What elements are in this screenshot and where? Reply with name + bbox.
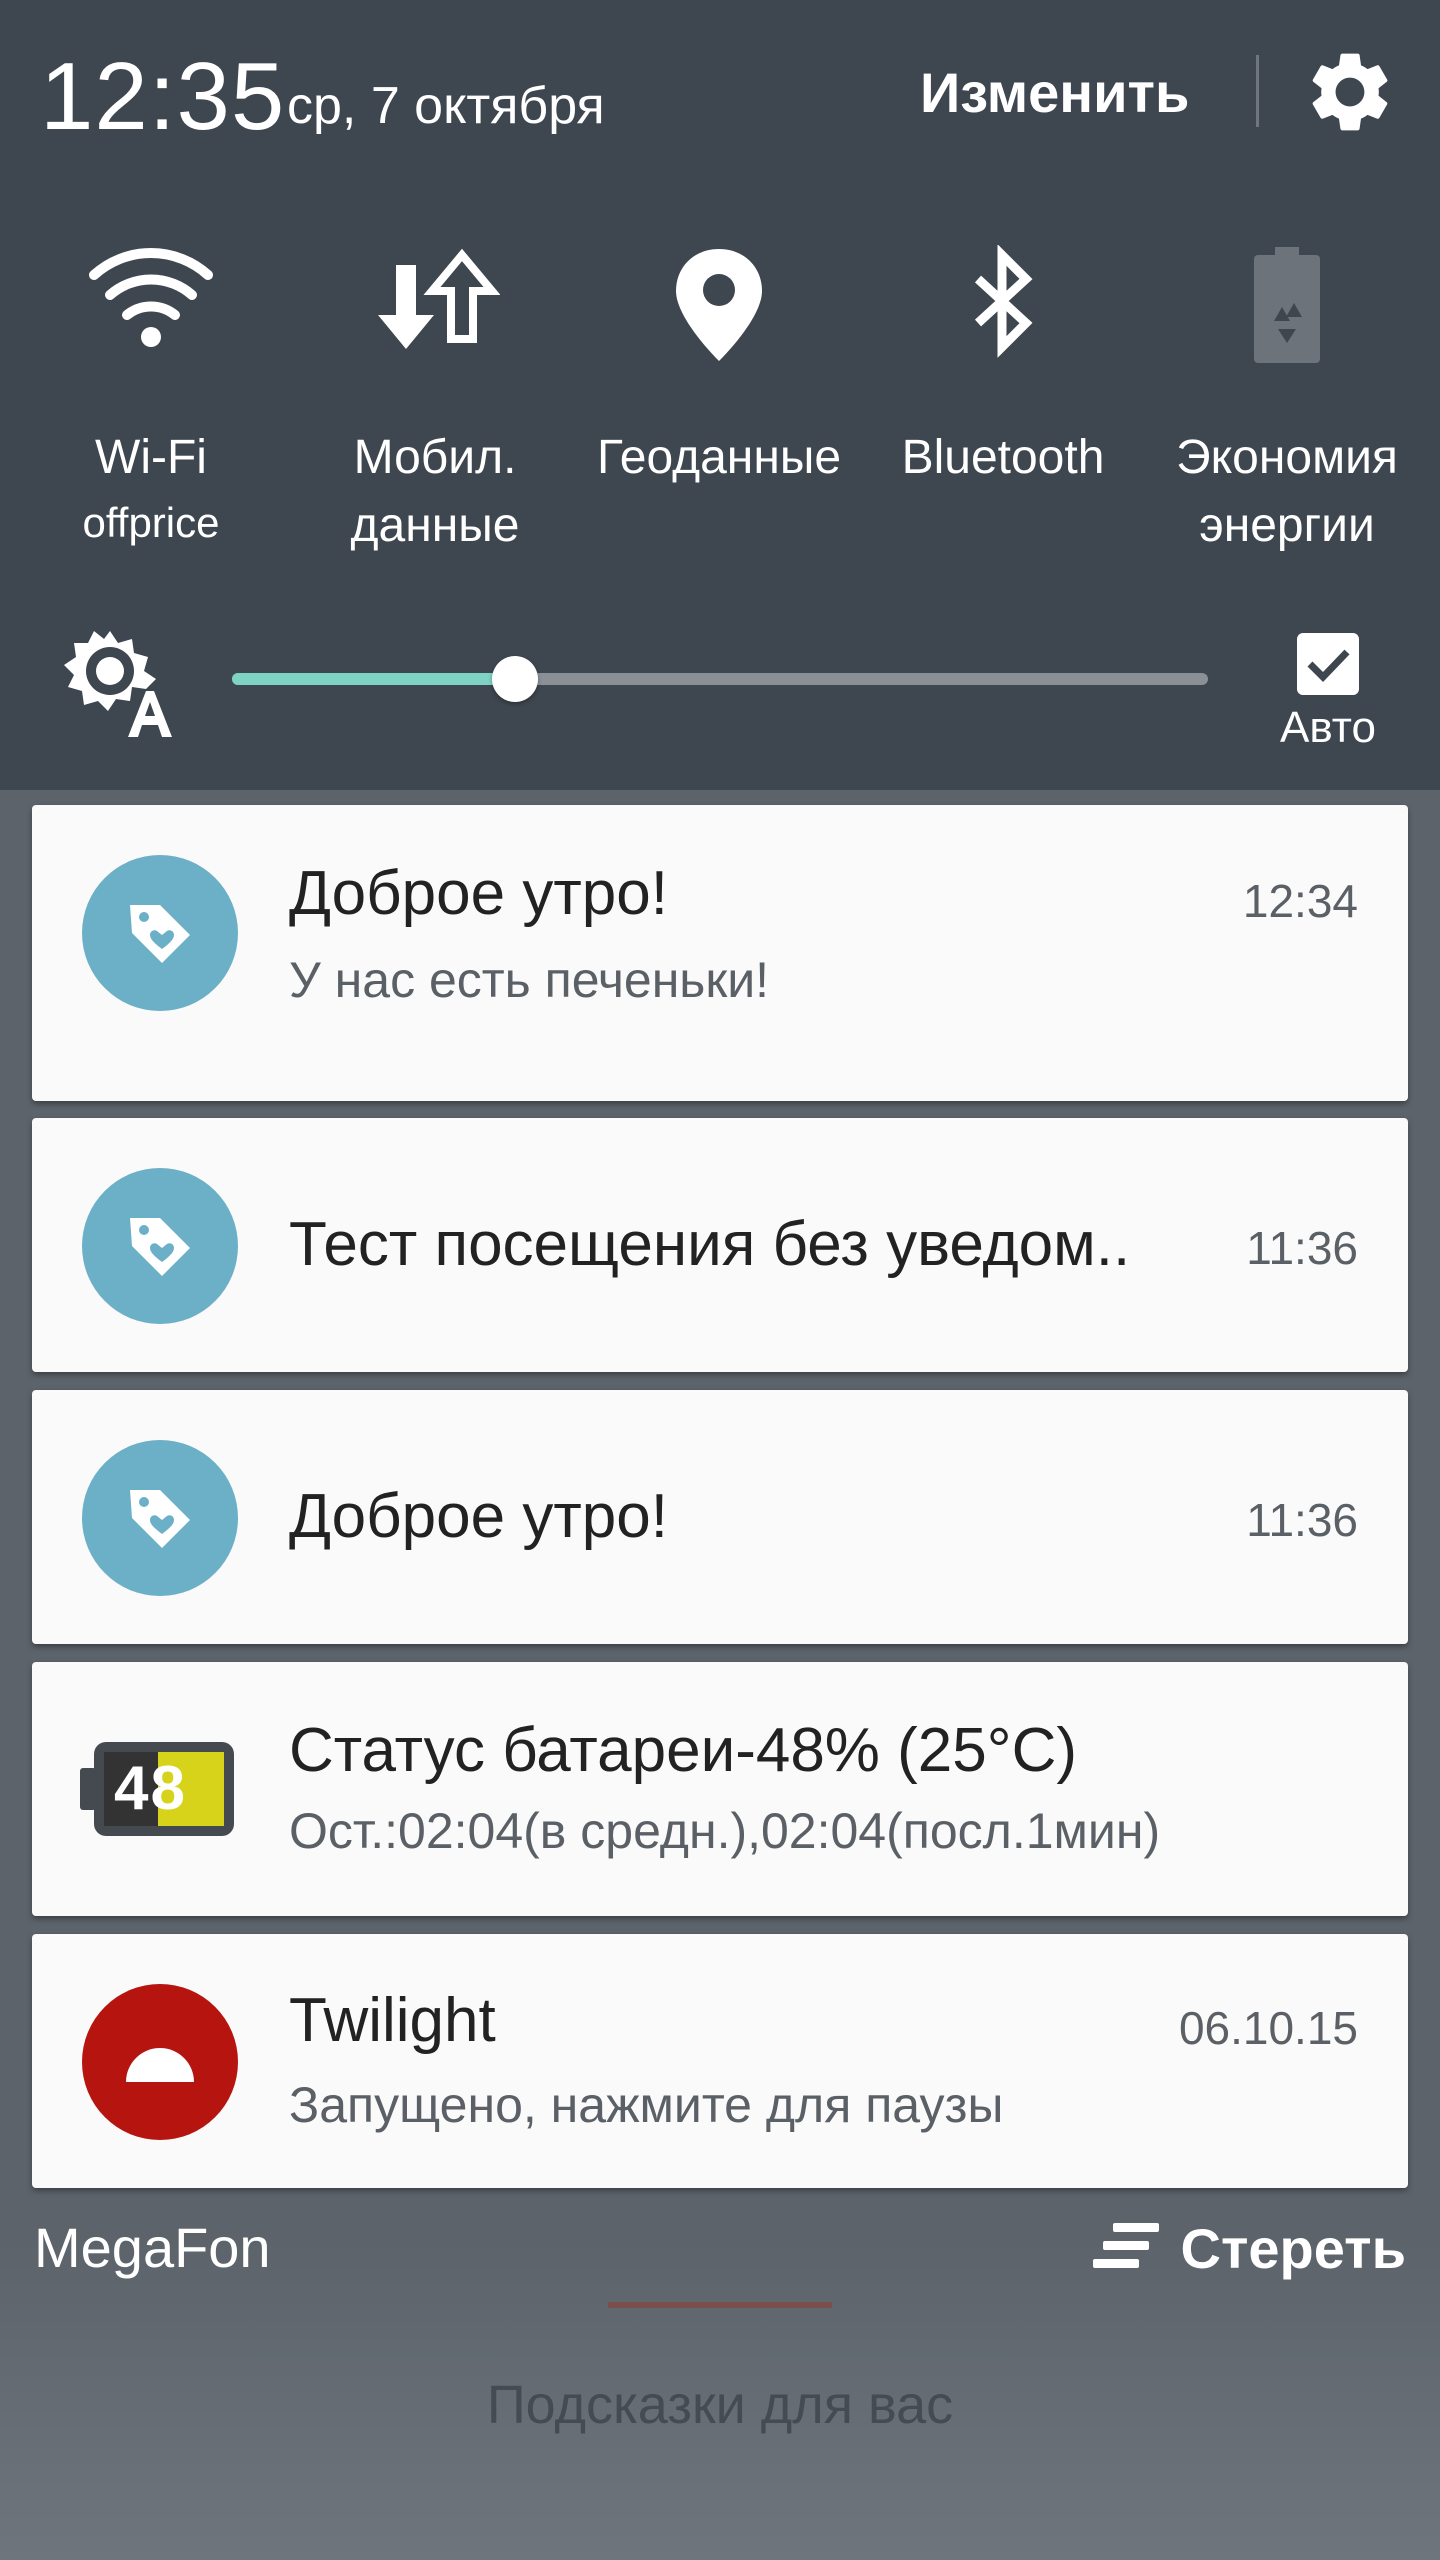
notification-text: Ост.:02:04(в средн.),02:04(посл.1мин) [289, 1803, 1161, 1859]
drag-handle[interactable] [608, 2302, 832, 2308]
battery-level-text: 48 [114, 1754, 187, 1823]
auto-brightness-icon [58, 625, 178, 745]
notification-card[interactable]: Тест посещения без уведом.. 11:36 [32, 1118, 1408, 1372]
notification-title: Статус батареи-48% (25°C) [289, 1716, 1077, 1785]
tag-heart-icon [82, 855, 238, 1011]
gear-icon[interactable] [1302, 44, 1398, 140]
twilight-icon [82, 1984, 238, 2140]
clock: 12:35 [40, 43, 286, 150]
location-pin-icon[interactable] [654, 245, 784, 365]
notification-title: Доброе утро! [289, 859, 668, 928]
notification-time: 12:34 [1242, 875, 1358, 927]
brightness-slider-thumb[interactable] [492, 656, 538, 702]
qs-label-power-saving: Экономия энергии [1176, 431, 1398, 552]
notification-title: Доброе утро! [289, 1482, 668, 1551]
notification-title: Тест посещения без уведом.. [289, 1210, 1131, 1279]
wifi-icon[interactable] [86, 245, 216, 365]
clear-all-button[interactable]: Стереть [1092, 2210, 1406, 2286]
clear-all-label: Стереть [1180, 2216, 1406, 2280]
notification-text: У нас есть печеньки! [289, 952, 770, 1008]
notification-title: Twilight [289, 1986, 496, 2055]
notification-card[interactable]: Доброе утро! У нас есть печеньки! 12:34 [32, 805, 1408, 1101]
header-divider [1256, 55, 1259, 127]
brightness-slider[interactable] [232, 673, 1208, 685]
notification-card[interactable]: Twilight Запущено, нажмите для паузы 06.… [32, 1934, 1408, 2188]
edit-button[interactable]: Изменить [920, 60, 1189, 126]
notification-card[interactable]: 48 Статус батареи-48% (25°C) Ост.:02:04(… [32, 1662, 1408, 1916]
notification-time: 06.10.15 [1178, 2002, 1358, 2054]
qs-label-location: Геоданные [596, 431, 842, 484]
carrier-name: MegaFon [34, 2216, 271, 2279]
power-saving-icon[interactable] [1222, 245, 1352, 365]
clear-all-icon [1092, 2221, 1159, 2276]
auto-brightness-checkbox[interactable] [1297, 633, 1359, 695]
notification-time: 11:36 [1246, 1222, 1358, 1274]
bluetooth-icon[interactable] [938, 244, 1068, 365]
mobile-data-icon[interactable] [370, 245, 501, 365]
battery-icon: 48 [80, 1738, 240, 1840]
quick-settings-panel: 12:35 ср, 7 октября Изменить Wi-Fi offpr… [0, 0, 1440, 790]
qs-label-wifi: Wi-Fi offprice [82, 431, 220, 546]
qs-label-bluetooth: Bluetooth [901, 431, 1105, 484]
auto-brightness-label: Авто [1280, 703, 1376, 752]
tag-heart-icon [82, 1440, 238, 1596]
notification-time: 11:36 [1246, 1494, 1358, 1546]
hints-label[interactable]: Подсказки для вас [0, 2370, 1440, 2440]
date: ср, 7 октября [287, 77, 605, 135]
brightness-slider-fill [232, 673, 515, 685]
tag-heart-icon [82, 1168, 238, 1324]
notification-card[interactable]: Доброе утро! 11:36 [32, 1390, 1408, 1644]
notification-text: Запущено, нажмите для паузы [289, 2077, 1004, 2133]
qs-label-mobile-data: Мобил. данные [350, 431, 520, 552]
